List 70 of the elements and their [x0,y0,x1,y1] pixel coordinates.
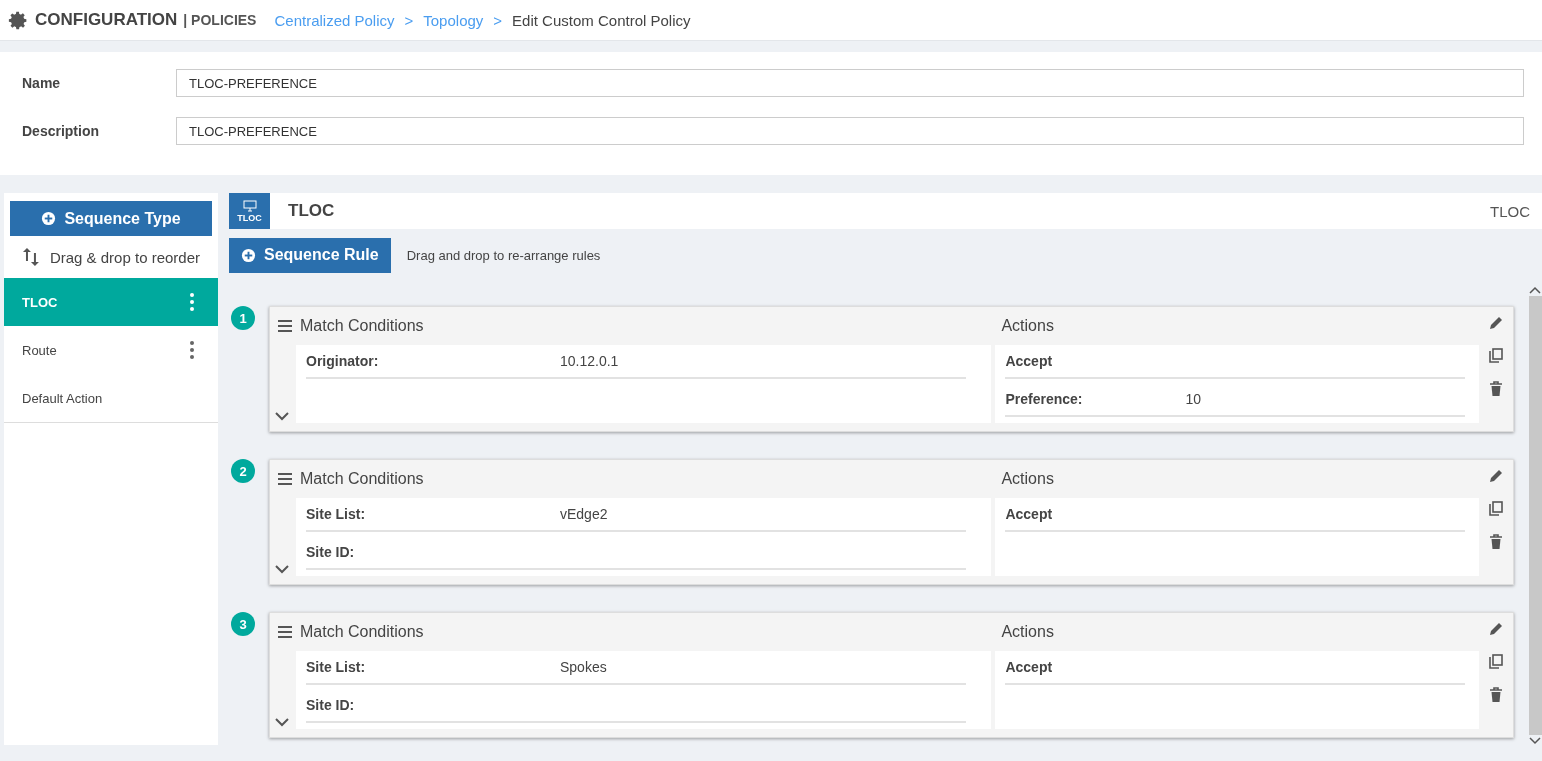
copy-icon[interactable] [1488,348,1504,364]
condition-value: Spokes [560,659,607,675]
rule-number: 2 [231,459,255,483]
delete-icon[interactable] [1489,381,1503,397]
breadcrumb-link[interactable]: Topology [423,11,484,29]
sequence-type-button[interactable]: Sequence Type [10,201,212,236]
edit-icon[interactable] [1488,315,1504,331]
action-label: Accept [1005,506,1054,522]
reorder-hint: Drag & drop to reorder [49,248,200,266]
sequence-item-label: TLOC [22,294,58,310]
sequence-item[interactable]: Default Action [4,374,218,422]
rule-number: 1 [231,306,255,330]
match-conditions-title: Match Conditions [300,623,424,641]
breadcrumb-separator: > [493,11,503,29]
actions-title: Actions [1001,317,1054,335]
text-field[interactable]: TLOC-PREFERENCE [176,117,1524,145]
breadcrumb-current: Edit Custom Control Policy [512,11,691,29]
expand-chevron-icon[interactable] [275,565,289,574]
text-field[interactable]: TLOC-PREFERENCE [176,69,1524,97]
scroll-down-icon [1529,737,1541,745]
action-value: 10 [1185,391,1201,407]
sequence-item-label: Route [22,342,57,358]
add-icon [241,247,256,263]
expand-chevron-icon[interactable] [275,718,289,727]
action-label: Accept [1005,353,1054,369]
condition-value: 10.12.0.1 [560,353,619,369]
condition-label: Site List: [306,659,367,675]
condition-label: Originator: [306,353,380,369]
action-label: Accept [1005,659,1054,675]
field-label: Description [22,123,100,139]
action-label: Preference: [1005,391,1084,407]
reorder-arrows-icon [22,247,40,267]
sequence-rule-button[interactable]: Sequence Rule [229,237,391,273]
section-title: | POLICIES [183,12,257,28]
expand-chevron-icon[interactable] [275,412,289,421]
match-conditions-title: Match Conditions [300,317,424,335]
actions-title: Actions [1001,623,1054,641]
page-title: CONFIGURATION [35,10,178,30]
condition-label: Site ID: [306,544,356,560]
monitor-icon [242,199,257,212]
actions-title: Actions [1001,470,1054,488]
panel-title: TLOC [288,201,336,221]
more-icon[interactable] [190,293,194,311]
rearrange-hint: Drag and drop to re-arrange rules [406,247,601,263]
drag-handle-icon[interactable] [278,473,292,485]
delete-icon[interactable] [1489,534,1503,550]
copy-icon[interactable] [1488,654,1504,670]
condition-label: Site ID: [306,697,356,713]
settings-icon [8,9,29,31]
copy-icon[interactable] [1488,501,1504,517]
breadcrumb-link[interactable]: Centralized Policy [274,11,395,29]
icon-label: TLOC [237,213,262,223]
sequence-type-label: TLOC [1490,202,1530,220]
add-icon [41,211,57,226]
rule-number: 3 [231,612,255,636]
more-icon[interactable] [190,341,194,359]
drag-handle-icon[interactable] [278,626,292,638]
delete-icon[interactable] [1489,687,1503,703]
condition-label: Site List: [306,506,367,522]
edit-icon[interactable] [1488,468,1504,484]
field-label: Name [22,75,62,91]
drag-handle-icon[interactable] [278,320,292,332]
sequence-item[interactable]: TLOC [4,278,218,326]
sequence-item-label: Default Action [22,390,103,406]
breadcrumb-separator: > [404,11,414,29]
edit-icon[interactable] [1488,621,1504,637]
sequence-item[interactable]: Route [4,326,218,374]
scroll-up-icon [1529,286,1541,294]
condition-value: vEdge2 [560,506,608,522]
match-conditions-title: Match Conditions [300,470,424,488]
